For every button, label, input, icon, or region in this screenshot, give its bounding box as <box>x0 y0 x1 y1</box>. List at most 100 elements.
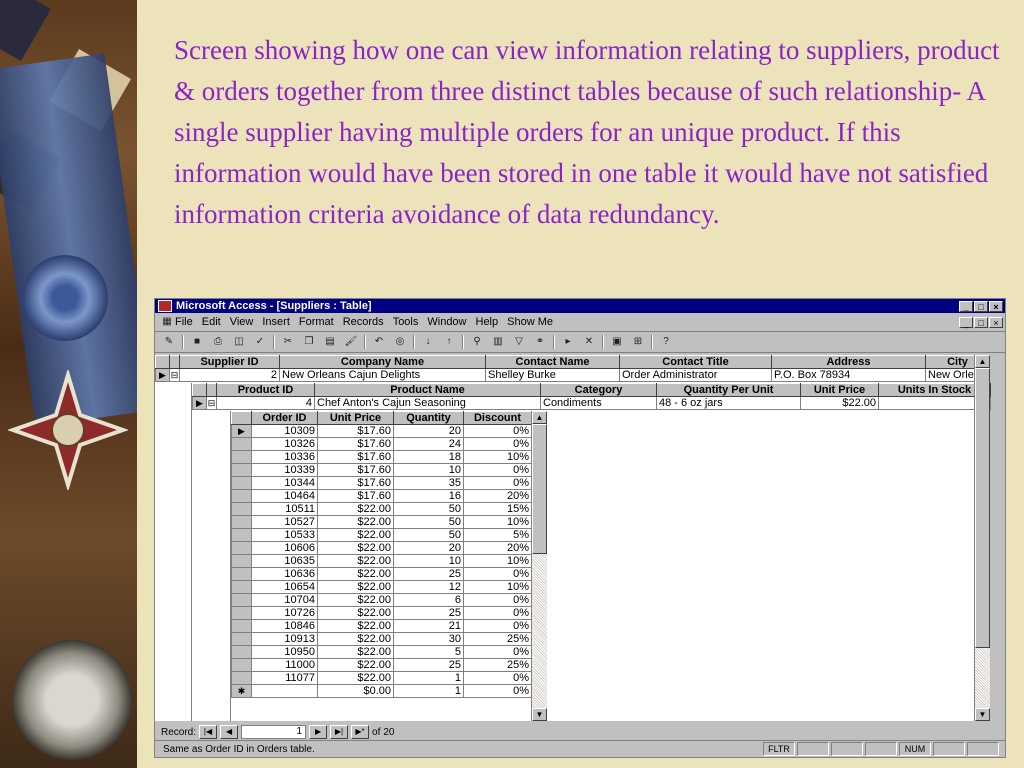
cell-discount[interactable]: 0% <box>463 645 532 659</box>
undo-icon[interactable]: ↶ <box>371 335 387 349</box>
cell-discount[interactable]: 0% <box>463 671 532 685</box>
col-supplier-id[interactable]: Supplier ID <box>179 355 280 369</box>
corner-cell[interactable] <box>231 411 252 425</box>
record-number-input[interactable]: 1 <box>241 725 307 739</box>
doc-minimize-button[interactable]: _ <box>959 316 973 328</box>
cell-discount[interactable]: 10% <box>463 580 532 594</box>
cell-order-id[interactable]: 10527 <box>251 515 318 529</box>
cell-order-unit-price[interactable]: $22.00 <box>317 658 394 672</box>
cell-order-unit-price[interactable]: $22.00 <box>317 567 394 581</box>
cell-order-unit-price[interactable]: $0.00 <box>317 684 394 698</box>
row-selector[interactable] <box>231 658 252 672</box>
cell-supplier-id[interactable]: 2 <box>179 368 280 382</box>
format-painter-icon[interactable]: 🖌 <box>343 335 359 349</box>
cell-discount[interactable]: 0% <box>463 619 532 633</box>
row-selector[interactable] <box>231 671 252 685</box>
cell-unit-price[interactable]: $22.00 <box>800 396 879 410</box>
cell-quantity[interactable]: 50 <box>393 502 464 516</box>
orders-scrollbar[interactable]: ▲ ▼ <box>531 411 547 721</box>
new-record-nav-icon[interactable]: ▶* <box>351 725 370 739</box>
cell-order-unit-price[interactable]: $22.00 <box>317 528 394 542</box>
cell-order-id[interactable]: 11000 <box>251 658 318 672</box>
scroll-down-arrow-icon[interactable]: ▼ <box>532 708 547 721</box>
col-contact-name[interactable]: Contact Name <box>485 355 620 369</box>
cell-quantity[interactable]: 25 <box>393 567 464 581</box>
cell-quantity[interactable]: 6 <box>393 593 464 607</box>
col-product-name[interactable]: Product Name <box>314 383 541 397</box>
col-company-name[interactable]: Company Name <box>279 355 486 369</box>
suppliers-scrollbar[interactable]: ▲ ▼ <box>974 355 990 721</box>
cell-quantity[interactable]: 25 <box>393 658 464 672</box>
col-contact-title[interactable]: Contact Title <box>619 355 772 369</box>
row-selector[interactable] <box>231 632 252 646</box>
cell-order-id[interactable]: 10339 <box>251 463 318 477</box>
cell-order-id[interactable]: 10344 <box>251 476 318 490</box>
cell-quantity[interactable]: 24 <box>393 437 464 451</box>
cell-order-unit-price[interactable]: $22.00 <box>317 671 394 685</box>
cell-product-id[interactable]: 4 <box>216 396 315 410</box>
scroll-thumb[interactable] <box>532 424 547 554</box>
next-record-icon[interactable]: ▶ <box>309 725 328 739</box>
menu-tools[interactable]: Tools <box>393 316 419 328</box>
cell-order-id[interactable]: 10533 <box>251 528 318 542</box>
cell-order-id[interactable]: 10606 <box>251 541 318 555</box>
cell-quantity[interactable]: 21 <box>393 619 464 633</box>
cell-quantity[interactable]: 1 <box>393 684 464 698</box>
cell-order-unit-price[interactable]: $22.00 <box>317 515 394 529</box>
collapse-icon[interactable]: ⊟ <box>206 396 217 410</box>
cell-order-id[interactable] <box>251 684 318 698</box>
cell-order-unit-price[interactable]: $22.00 <box>317 619 394 633</box>
cell-product-name[interactable]: Chef Anton's Cajun Seasoning <box>314 396 541 410</box>
cell-order-id[interactable]: 10846 <box>251 619 318 633</box>
print-icon[interactable]: ⎙ <box>210 335 226 349</box>
cell-order-id[interactable]: 10636 <box>251 567 318 581</box>
cut-icon[interactable]: ✂ <box>280 335 296 349</box>
col-order-id[interactable]: Order ID <box>251 411 318 425</box>
database-window-icon[interactable]: ▣ <box>609 335 625 349</box>
cell-order-id[interactable]: 10726 <box>251 606 318 620</box>
cell-quantity[interactable]: 10 <box>393 463 464 477</box>
menu-format[interactable]: Format <box>299 316 334 328</box>
sort-descending-icon[interactable]: ↑ <box>441 335 457 349</box>
cell-order-unit-price[interactable]: $22.00 <box>317 606 394 620</box>
row-selector[interactable] <box>231 463 252 477</box>
cell-order-unit-price[interactable]: $17.60 <box>317 424 394 438</box>
row-selector[interactable] <box>231 450 252 464</box>
cell-discount[interactable]: 0% <box>463 463 532 477</box>
cell-quantity[interactable]: 20 <box>393 424 464 438</box>
cell-contact-name[interactable]: Shelley Burke <box>485 368 620 382</box>
delete-record-icon[interactable]: ✕ <box>581 335 597 349</box>
cell-discount[interactable]: 0% <box>463 593 532 607</box>
cell-discount[interactable]: 0% <box>463 424 532 438</box>
row-selector[interactable] <box>231 580 252 594</box>
current-record-icon[interactable]: ▶ <box>155 368 170 382</box>
cell-quantity[interactable]: 50 <box>393 515 464 529</box>
cell-order-unit-price[interactable]: $22.00 <box>317 593 394 607</box>
first-record-icon[interactable]: |◀ <box>199 725 218 739</box>
cell-discount[interactable]: 10% <box>463 450 532 464</box>
minimize-button[interactable]: _ <box>959 300 973 312</box>
sort-ascending-icon[interactable]: ↓ <box>420 335 436 349</box>
save-icon[interactable]: ■ <box>189 335 205 349</box>
find-icon[interactable]: ⚭ <box>532 335 548 349</box>
cell-discount[interactable]: 10% <box>463 554 532 568</box>
cell-quantity[interactable]: 20 <box>393 541 464 555</box>
menu-show-me[interactable]: Show Me <box>507 316 553 328</box>
menu-help[interactable]: Help <box>476 316 499 328</box>
col-unit-price[interactable]: Unit Price <box>800 383 879 397</box>
menu-records[interactable]: Records <box>343 316 384 328</box>
corner-cell[interactable] <box>155 355 170 369</box>
filter-by-form-icon[interactable]: ▥ <box>490 335 506 349</box>
cell-order-unit-price[interactable]: $17.60 <box>317 450 394 464</box>
cell-discount[interactable]: 0% <box>463 606 532 620</box>
col-category[interactable]: Category <box>540 383 657 397</box>
cell-contact-title[interactable]: Order Administrator <box>619 368 772 382</box>
last-record-icon[interactable]: ▶| <box>330 725 349 739</box>
view-icon[interactable]: ✎ <box>161 335 177 349</box>
new-object-icon[interactable]: ⊞ <box>630 335 646 349</box>
maximize-button[interactable]: □ <box>974 300 988 312</box>
scroll-down-arrow-icon[interactable]: ▼ <box>975 708 990 721</box>
copy-icon[interactable]: ❐ <box>301 335 317 349</box>
collapse-icon[interactable]: ⊟ <box>169 368 180 382</box>
row-selector[interactable] <box>231 489 252 503</box>
